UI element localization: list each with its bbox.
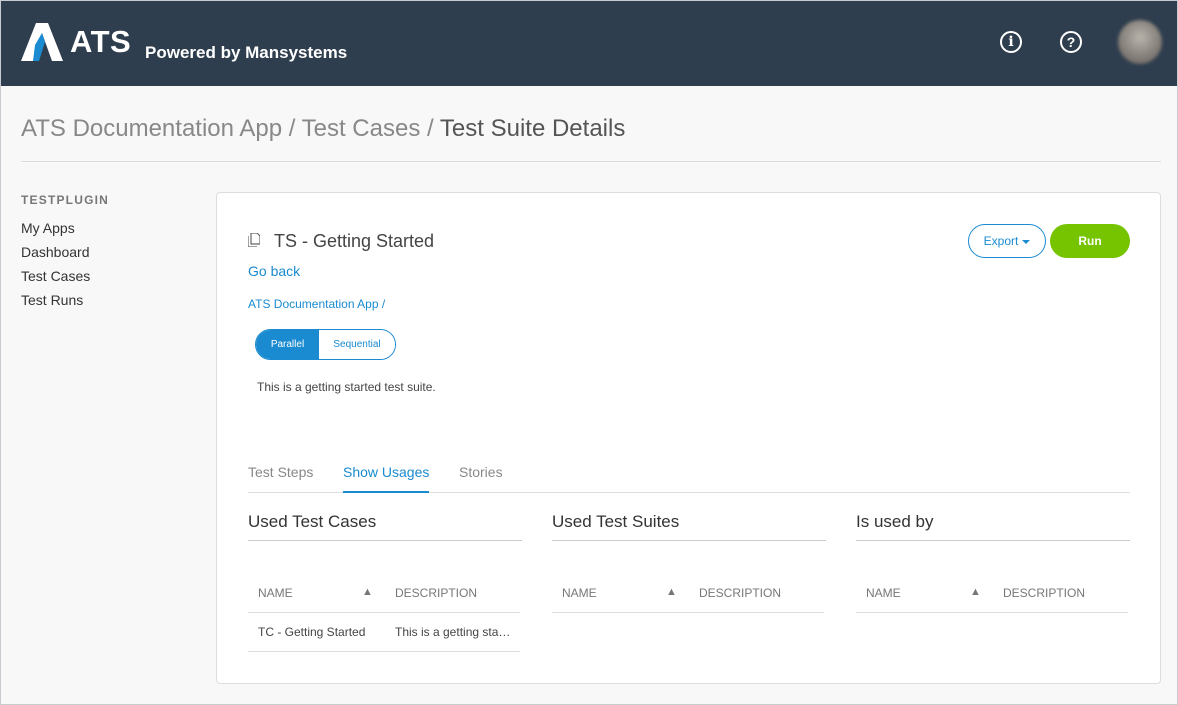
mode-parallel-option[interactable]: Parallel <box>256 330 319 359</box>
suite-description: This is a getting started test suite. <box>257 380 436 394</box>
breadcrumb-app[interactable]: ATS Documentation App <box>21 115 282 142</box>
used-test-cases-section: Used Test Cases NAME ▲ DESCRIPTION TC - … <box>248 511 522 652</box>
table-header: NAME ▲ DESCRIPTION <box>552 578 824 613</box>
row-description: This is a getting started test case. <box>395 625 512 639</box>
help-icon[interactable]: ? <box>1060 31 1082 53</box>
document-icon <box>248 233 260 247</box>
section-title: Used Test Cases <box>248 511 522 541</box>
table-row[interactable]: TC - Getting Started This is a getting s… <box>248 613 520 652</box>
export-button[interactable]: Export <box>968 224 1046 258</box>
app-breadcrumb-link[interactable]: ATS Documentation App / <box>248 297 385 311</box>
breadcrumb-separator: / <box>282 115 302 142</box>
sort-ascending-icon[interactable]: ▲ <box>970 586 981 598</box>
breadcrumb-separator: / <box>420 115 440 142</box>
run-button[interactable]: Run <box>1050 224 1130 258</box>
brand-name: ATS <box>70 24 132 59</box>
breadcrumb-test-cases[interactable]: Test Cases <box>302 115 421 142</box>
brand-tagline: Powered by Mansystems <box>145 43 348 62</box>
info-icon[interactable]: i <box>1000 31 1022 53</box>
go-back-link[interactable]: Go back <box>248 263 300 279</box>
sidebar-item-my-apps[interactable]: My Apps <box>21 219 90 243</box>
tab-test-steps[interactable]: Test Steps <box>248 463 313 493</box>
sort-ascending-icon[interactable]: ▲ <box>666 586 677 598</box>
export-label: Export <box>983 234 1019 248</box>
row-name: TC - Getting Started <box>258 625 366 639</box>
breadcrumb-divider <box>21 161 1161 162</box>
tab-stories[interactable]: Stories <box>459 463 503 493</box>
column-name[interactable]: NAME <box>562 586 597 600</box>
section-title: Used Test Suites <box>552 511 826 541</box>
table-header: NAME ▲ DESCRIPTION <box>248 578 520 613</box>
sidebar-item-test-cases[interactable]: Test Cases <box>21 267 90 291</box>
sidebar-item-test-runs[interactable]: Test Runs <box>21 291 90 315</box>
details-tabs: Test Steps Show Usages Stories <box>248 463 1130 493</box>
sort-ascending-icon[interactable]: ▲ <box>362 586 373 598</box>
top-header-bar: ATS Powered by Mansystems i ? <box>1 1 1177 86</box>
ats-logo-icon <box>21 23 63 61</box>
suite-title: TS - Getting Started <box>274 231 435 251</box>
column-name[interactable]: NAME <box>258 586 293 600</box>
table-header: NAME ▲ DESCRIPTION <box>856 578 1128 613</box>
column-name[interactable]: NAME <box>866 586 901 600</box>
app-link-separator: / <box>381 297 386 311</box>
tab-show-usages[interactable]: Show Usages <box>343 463 430 493</box>
sidebar-nav: My Apps Dashboard Test Cases Test Runs <box>21 219 90 315</box>
sidebar-title: TESTPLUGIN <box>21 193 110 207</box>
caret-down-icon <box>1022 239 1031 244</box>
mode-sequential-option[interactable]: Sequential <box>319 330 395 359</box>
column-description[interactable]: DESCRIPTION <box>699 586 781 600</box>
sidebar-item-dashboard[interactable]: Dashboard <box>21 243 90 267</box>
section-title: Is used by <box>856 511 1130 541</box>
breadcrumb-current: Test Suite Details <box>439 115 626 142</box>
breadcrumb: ATS Documentation App / Test Cases / Tes… <box>21 115 625 143</box>
column-description[interactable]: DESCRIPTION <box>1003 586 1085 600</box>
is-used-by-section: Is used by NAME ▲ DESCRIPTION <box>856 511 1130 613</box>
used-test-suites-section: Used Test Suites NAME ▲ DESCRIPTION <box>552 511 826 613</box>
suite-details-card: TS - Getting Started Go back ATS Documen… <box>216 192 1161 684</box>
app-link-label: ATS Documentation App <box>248 297 379 311</box>
execution-mode-toggle: Parallel Sequential <box>255 329 396 360</box>
user-avatar[interactable] <box>1118 20 1162 64</box>
column-description[interactable]: DESCRIPTION <box>395 586 477 600</box>
